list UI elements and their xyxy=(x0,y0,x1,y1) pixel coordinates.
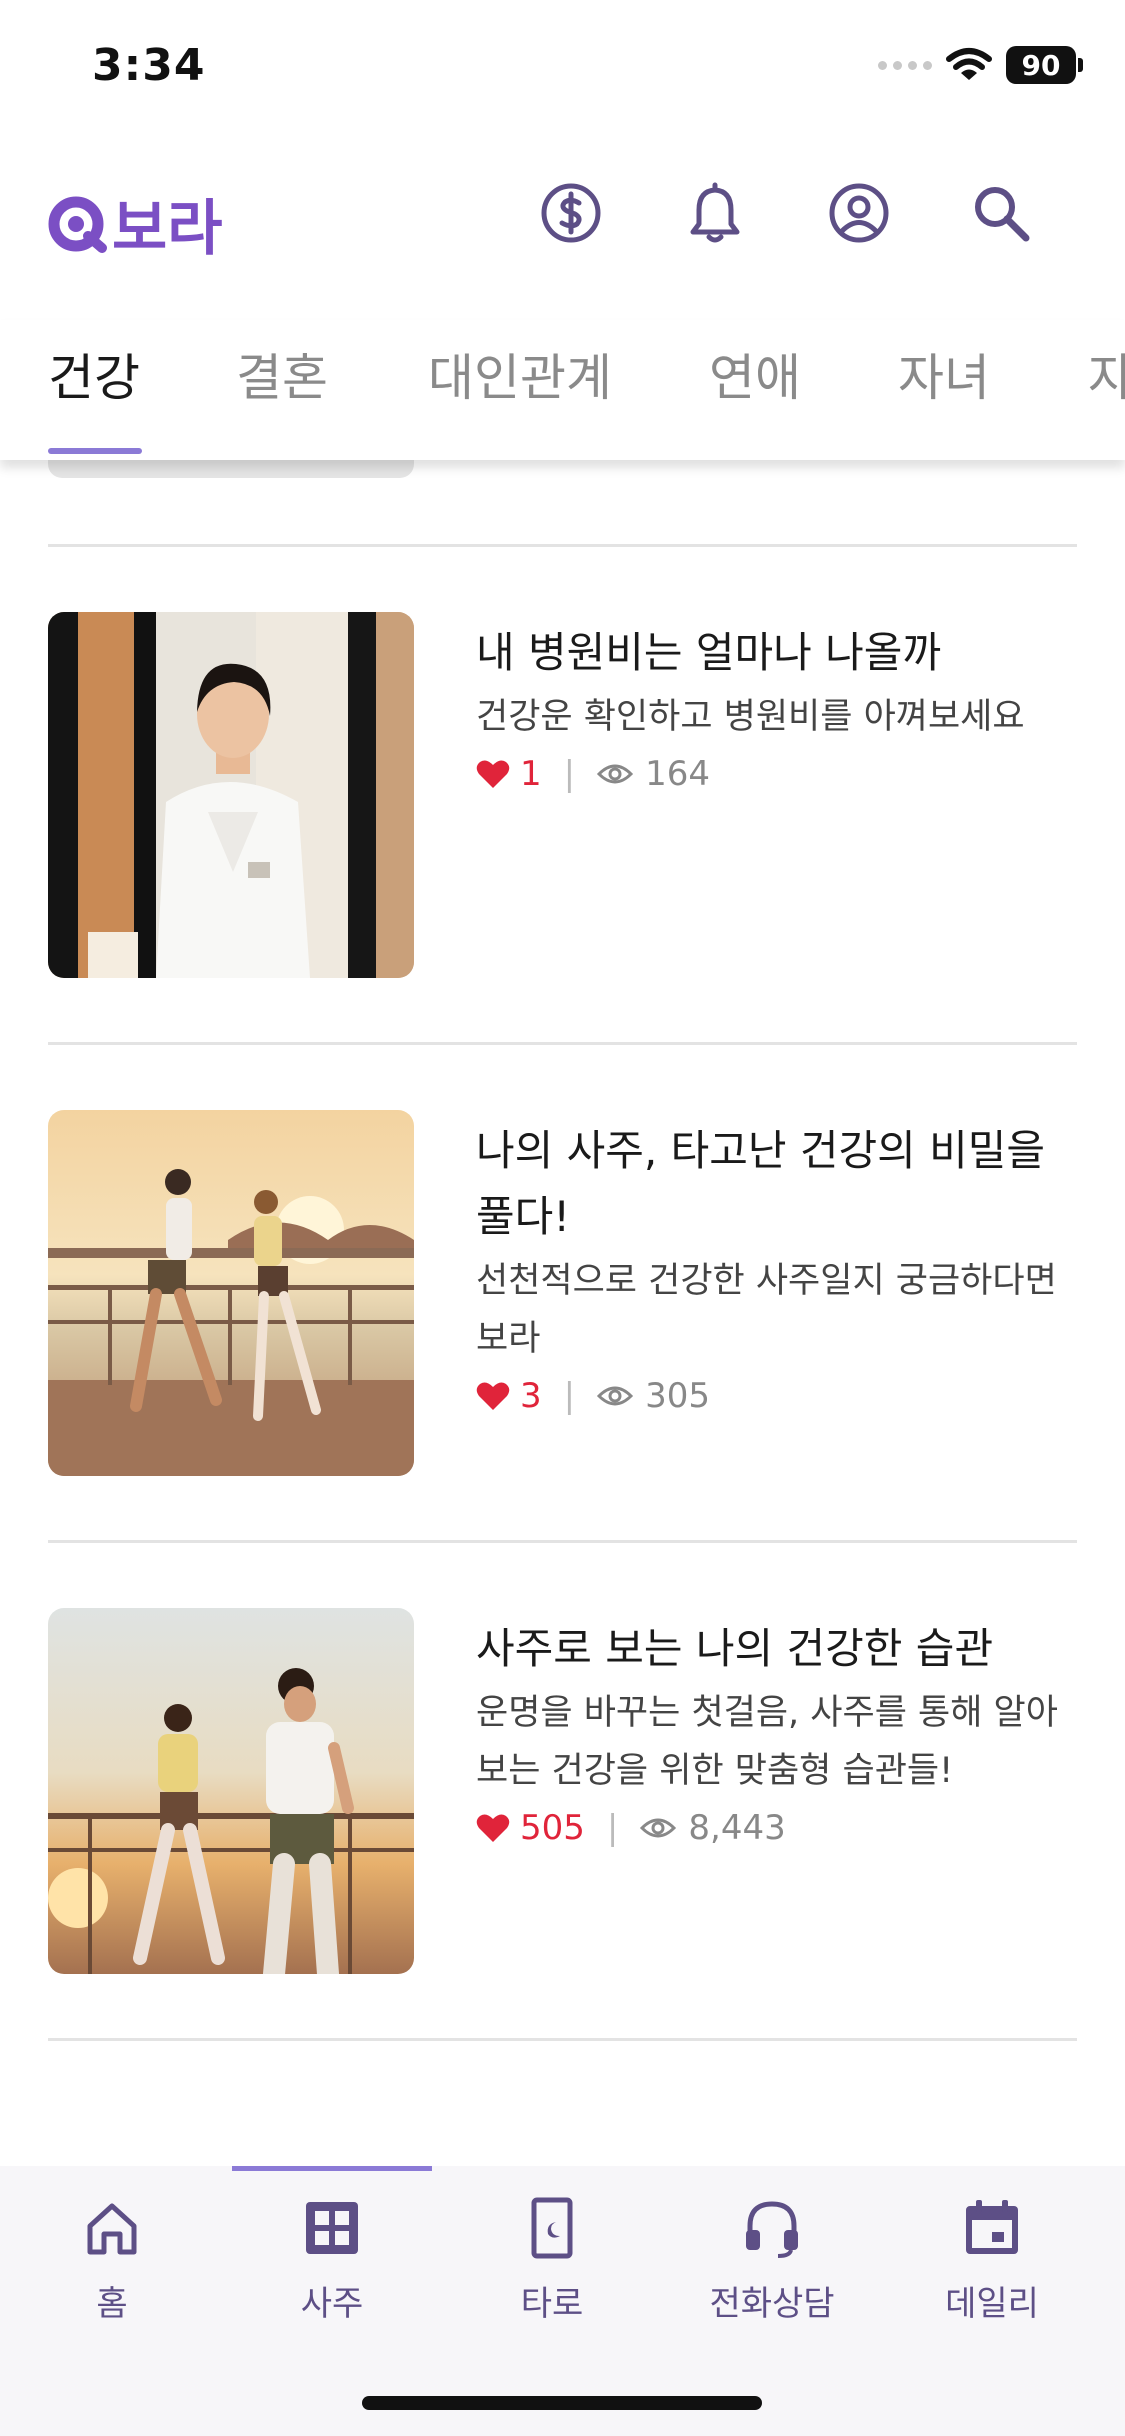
view-count: 305 xyxy=(645,1376,711,1416)
nav-label: 홈 xyxy=(96,2284,128,2324)
nav-label: 타로 xyxy=(520,2284,584,2324)
tab-children[interactable]: 자녀 xyxy=(898,338,990,410)
article-description: 건강운 확인하고 병원비를 아껴보세요 xyxy=(476,697,1025,737)
tab-romance[interactable]: 연애 xyxy=(709,338,801,410)
app-header: 보라 xyxy=(0,160,1125,270)
article-title: 나의 사주, 타고난 건강의 비밀을 풀다! xyxy=(476,1126,1046,1241)
grid-icon xyxy=(306,2202,358,2254)
profile-icon[interactable] xyxy=(826,180,892,246)
wifi-icon xyxy=(946,48,992,80)
nav-label: 사주 xyxy=(300,2284,364,2324)
stat-separator: | xyxy=(563,1376,576,1416)
nav-home[interactable]: 홈 xyxy=(12,2196,212,2336)
eye-icon xyxy=(597,1386,634,1406)
bell-icon[interactable] xyxy=(682,180,748,246)
heart-icon[interactable] xyxy=(476,759,510,789)
article-description: 선천적으로 건강한 사주일지 궁금하다면 보라 xyxy=(476,1261,1057,1359)
article-text: 나의 사주, 타고난 건강의 비밀을 풀다! 선천적으로 건강한 사주일지 궁금… xyxy=(476,1118,1076,1416)
heart-icon[interactable] xyxy=(476,1381,510,1411)
article-stats: 1 | 164 xyxy=(476,754,1076,794)
doctor-photo xyxy=(48,612,414,978)
tarot-card-icon xyxy=(531,2197,573,2259)
divider xyxy=(48,1042,1077,1045)
heart-icon[interactable] xyxy=(476,1813,510,1843)
article-item[interactable]: 나의 사주, 타고난 건강의 비밀을 풀다! 선천적으로 건강한 사주일지 궁금… xyxy=(48,1110,1077,1476)
nav-daily[interactable]: 데일리 xyxy=(892,2196,1092,2336)
like-count: 505 xyxy=(520,1808,585,1848)
home-indicator xyxy=(362,2396,762,2410)
eye-icon xyxy=(597,764,634,784)
article-title: 내 병원비는 얼마나 나올까 xyxy=(476,628,942,677)
jogging-couple-photo xyxy=(48,1110,414,1476)
article-item[interactable]: 내 병원비는 얼마나 나올까 건강운 확인하고 병원비를 아껴보세요 1 | 1… xyxy=(48,612,1077,978)
battery-cap xyxy=(1078,58,1083,72)
article-item[interactable]: 사주로 보는 나의 건강한 습관 운명을 바꾸는 첫걸음, 사주를 통해 알아보… xyxy=(48,1608,1077,1974)
nav-tarot[interactable]: 타로 xyxy=(452,2196,652,2336)
status-time: 3:34 xyxy=(92,40,206,91)
calendar-icon xyxy=(966,2200,1018,2254)
article-stats: 505 | 8,443 xyxy=(476,1808,1076,1848)
stat-separator: | xyxy=(606,1808,619,1848)
nav-label: 데일리 xyxy=(945,2284,1039,2324)
home-icon xyxy=(87,2203,137,2255)
tab-marriage[interactable]: 결혼 xyxy=(236,338,328,410)
headset-icon xyxy=(746,2201,798,2258)
tab-relationships[interactable]: 대인관계 xyxy=(428,338,612,410)
cellular-signal-icon xyxy=(878,60,932,70)
nav-label: 전화상담 xyxy=(709,2284,835,2324)
article-title: 사주로 보는 나의 건강한 습관 xyxy=(476,1624,994,1673)
view-count: 164 xyxy=(645,754,711,794)
divider xyxy=(48,1540,1077,1543)
article-text: 사주로 보는 나의 건강한 습관 운명을 바꾸는 첫걸음, 사주를 통해 알아보… xyxy=(476,1616,1076,1848)
nav-saju[interactable]: 사주 xyxy=(232,2196,432,2336)
nav-phone-consult[interactable]: 전화상담 xyxy=(672,2196,872,2336)
eye-icon xyxy=(640,1818,677,1838)
status-indicators: 90 xyxy=(878,46,1083,84)
tab-health[interactable]: 건강 xyxy=(48,338,140,410)
logo-mark-icon xyxy=(48,196,107,253)
coin-icon[interactable] xyxy=(538,180,604,246)
stat-separator: | xyxy=(563,754,576,794)
tab-more[interactable]: 자 xyxy=(1088,338,1125,410)
like-count: 3 xyxy=(520,1376,542,1416)
status-bar: 3:34 90 xyxy=(0,0,1125,140)
running-couple-photo xyxy=(48,1608,414,1974)
article-description: 운명을 바꾸는 첫걸음, 사주를 통해 알아보는 건강을 위한 맞춤형 습관들! xyxy=(476,1693,1058,1791)
category-tabs: 건강 결혼 대인관계 연애 자녀 자 xyxy=(0,320,1125,460)
divider xyxy=(48,2038,1077,2041)
article-text: 내 병원비는 얼마나 나올까 건강운 확인하고 병원비를 아껴보세요 1 | 1… xyxy=(476,620,1076,794)
divider xyxy=(48,544,1077,547)
logo-text: 보라 xyxy=(112,194,223,264)
article-stats: 3 | 305 xyxy=(476,1376,1076,1416)
view-count: 8,443 xyxy=(688,1808,786,1848)
app-logo[interactable]: 보라 xyxy=(48,180,222,267)
active-tab-indicator xyxy=(48,448,142,454)
like-count: 1 xyxy=(520,754,542,794)
search-icon[interactable] xyxy=(968,180,1034,246)
active-nav-indicator xyxy=(232,2166,432,2171)
battery-indicator: 90 xyxy=(1006,46,1076,84)
